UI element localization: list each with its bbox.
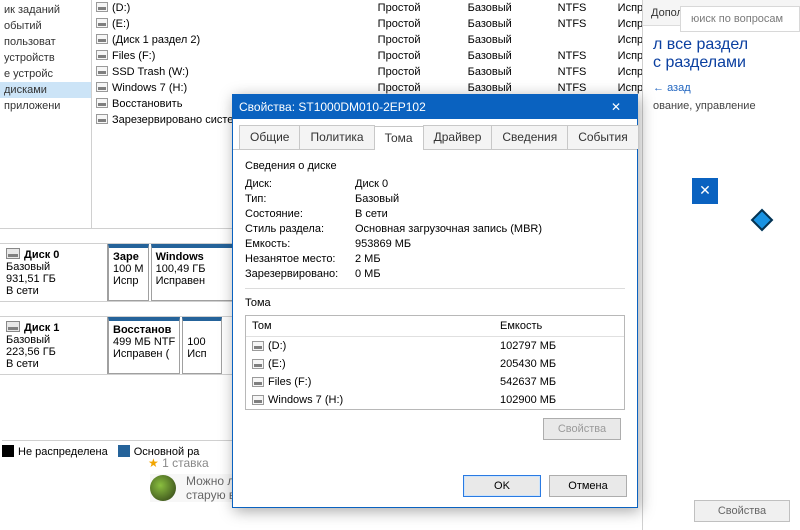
volume-icon — [252, 395, 264, 405]
disk-row-1: Диск 1 Базовый 223,56 ГБ В сети Восстано… — [0, 316, 240, 375]
close-button[interactable]: ✕ — [692, 178, 718, 204]
mgmt-tree: ик заданий обытий пользоват устройств е … — [0, 0, 92, 230]
partition[interactable]: Восстанов 499 МБ NTF Исправен ( — [108, 317, 180, 374]
tree-item[interactable]: ик заданий — [0, 2, 91, 18]
tree-item[interactable]: устройств — [0, 50, 91, 66]
tab-driver[interactable]: Драйвер — [423, 125, 493, 149]
tab-general[interactable]: Общие — [239, 125, 300, 149]
tree-item[interactable]: е устройс — [0, 66, 91, 82]
volume-icon — [252, 359, 264, 369]
tab-details[interactable]: Сведения — [491, 125, 568, 149]
volumes-table: Том Емкость (D:)102797 МБ(E:)205430 МБFi… — [245, 315, 625, 410]
tab-events[interactable]: События — [567, 125, 639, 149]
ok-button[interactable]: OK — [463, 475, 541, 497]
tree-item[interactable]: обытий — [0, 18, 91, 34]
partition[interactable]: Windows 100,49 ГБ Исправен — [151, 244, 240, 301]
properties-button[interactable]: Свойства — [694, 500, 790, 522]
disk-graphic-area: Диск 0 Базовый 931,51 ГБ В сети Заре 100… — [0, 228, 240, 428]
tab-policy[interactable]: Политика — [299, 125, 374, 149]
disk-icon — [6, 248, 20, 259]
disk-icon — [6, 321, 20, 332]
disk-info-row: Стиль раздела:Основная загрузочная запис… — [245, 223, 625, 235]
volume-icon — [252, 377, 264, 387]
disk-info-row: Емкость:953869 МБ — [245, 238, 625, 250]
tree-item-disks[interactable]: дисками — [0, 82, 91, 98]
disk-info-row: Состояние:В сети — [245, 208, 625, 220]
dialog-volume-row[interactable]: (E:)205430 МБ — [246, 355, 624, 373]
dialog-title: Свойства: ST1000DM010-2EP102 — [239, 100, 601, 114]
dialog-buttons: OK Отмена — [233, 469, 637, 507]
disk-info-row: Диск:Диск 0 — [245, 178, 625, 190]
volumes-list-body[interactable]: (D:)102797 МБ(E:)205430 МБFiles (F:)5426… — [246, 337, 624, 409]
partition[interactable]: Заре 100 М Испр — [108, 244, 149, 301]
dialog-tabs: Общие Политика Тома Драйвер Сведения Соб… — [233, 119, 637, 150]
disk-info-row: Тип:Базовый — [245, 193, 625, 205]
volume-properties-button[interactable]: Свойства — [543, 418, 621, 440]
disk0-header[interactable]: Диск 0 Базовый 931,51 ГБ В сети — [0, 244, 108, 301]
disk-info-row: Зарезервировано:0 МБ — [245, 268, 625, 280]
tree-item[interactable]: приложени — [0, 98, 91, 114]
partition[interactable]: 100 Исп — [182, 317, 222, 374]
dialog-body: Сведения о диске Диск:Диск 0 Тип:Базовый С… — [233, 150, 637, 469]
disk-row-0: Диск 0 Базовый 931,51 ГБ В сети Заре 100… — [0, 243, 240, 302]
avatar — [150, 475, 176, 501]
volume-icon — [252, 341, 264, 351]
section-disk-info: Сведения о диске — [245, 160, 625, 172]
dialog-titlebar[interactable]: Свойства: ST1000DM010-2EP102 ✕ — [233, 95, 637, 119]
tab-volumes[interactable]: Тома — [374, 126, 424, 150]
help-body: ование, управление — [643, 94, 800, 118]
col-capacity[interactable]: Емкость — [494, 316, 624, 336]
search-input[interactable]: юиск по вопросам — [680, 6, 800, 32]
col-volume[interactable]: Том — [246, 316, 494, 336]
dialog-volume-row[interactable]: (D:)102797 МБ — [246, 337, 624, 355]
back-link[interactable]: ← азад — [643, 82, 800, 94]
tree-item[interactable]: пользоват — [0, 34, 91, 50]
dialog-volume-row[interactable]: Files (F:)542637 МБ — [246, 373, 624, 391]
dialog-volume-row[interactable]: Windows 7 (H:)102900 МБ — [246, 391, 624, 409]
disk-properties-dialog: Свойства: ST1000DM010-2EP102 ✕ Общие Пол… — [232, 94, 638, 508]
right-panel: Дополнительные дей… ▸ л все раздел с раз… — [642, 0, 800, 530]
help-title: л все раздел с разделами — [643, 26, 800, 82]
section-volumes: Тома — [245, 297, 625, 309]
disk1-header[interactable]: Диск 1 Базовый 223,56 ГБ В сети — [0, 317, 108, 374]
rating: ★ 1 ставка — [148, 456, 209, 470]
cancel-button[interactable]: Отмена — [549, 475, 627, 497]
disk-info-row: Незанятое место:2 МБ — [245, 253, 625, 265]
close-icon[interactable]: ✕ — [601, 100, 631, 114]
